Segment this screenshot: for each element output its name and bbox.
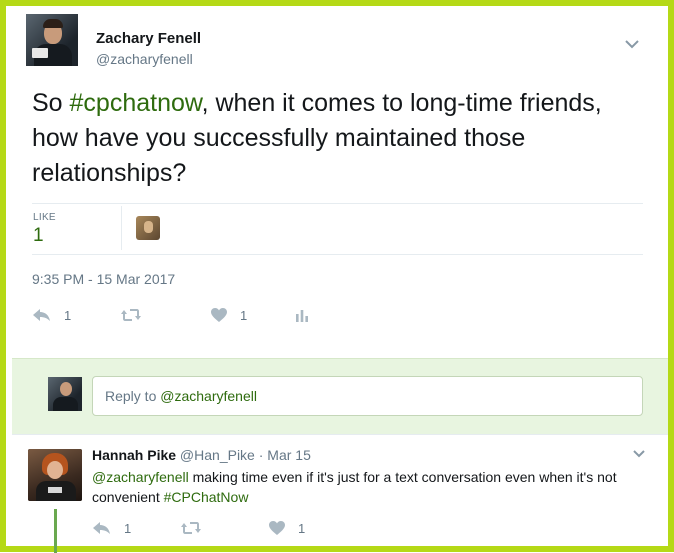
reply-actions: 1 1: [92, 518, 392, 538]
stats-separator: [121, 206, 122, 250]
retweet-button[interactable]: [120, 305, 154, 325]
reply-icon: [33, 309, 50, 321]
chevron-down-icon[interactable]: [624, 38, 640, 50]
reply-author-name[interactable]: Hannah Pike: [92, 447, 176, 463]
tweet-card-frame: Zachary Fenell @zacharyfenell So #cpchat…: [0, 0, 674, 553]
reply-icon: [93, 522, 110, 534]
tweet-header: Zachary Fenell @zacharyfenell: [26, 14, 656, 70]
retweet-icon: [181, 522, 201, 534]
tweet-text: So #cpchatnow, when it comes to long-tim…: [32, 86, 652, 191]
reply-reply-count: 1: [124, 520, 132, 536]
stats-divider-top: [32, 203, 643, 204]
reply-author-handle[interactable]: @Han_Pike: [180, 447, 255, 463]
liker-avatar[interactable]: [136, 216, 160, 240]
reply-reply-button[interactable]: 1: [92, 518, 131, 538]
reply-button[interactable]: 1: [32, 305, 71, 325]
heart-icon: [211, 308, 227, 322]
reply-hashtag-link[interactable]: #CPChatNow: [164, 489, 249, 505]
reply-like-count: 1: [298, 520, 306, 536]
author-name[interactable]: Zachary Fenell: [96, 30, 201, 47]
chevron-down-icon[interactable]: [632, 449, 646, 459]
current-user-avatar: [48, 377, 82, 411]
thread-line: [54, 509, 57, 553]
reply-input[interactable]: Reply to @zacharyfenell: [92, 376, 643, 416]
like-stat-label: LIKE: [33, 212, 56, 223]
reply-retweet-button[interactable]: [180, 518, 214, 538]
like-button[interactable]: 1: [210, 305, 247, 325]
reply-meta-separator: ·: [254, 447, 268, 463]
reply-date[interactable]: Mar 15: [267, 447, 311, 463]
reply-header: Hannah Pike @Han_Pike · Mar 15: [92, 447, 311, 463]
heart-icon: [269, 521, 285, 535]
author-handle[interactable]: @zacharyfenell: [96, 51, 193, 67]
retweet-icon: [121, 309, 141, 321]
reply-input-prefix: Reply to: [105, 388, 161, 404]
reply-mention-link[interactable]: @zacharyfenell: [92, 469, 189, 485]
tweet-timestamp[interactable]: 9:35 PM - 15 Mar 2017: [32, 271, 175, 287]
analytics-icon: [296, 310, 308, 322]
author-avatar[interactable]: [26, 14, 78, 66]
reply-tweet[interactable]: Hannah Pike @Han_Pike · Mar 15 @zacharyf…: [12, 434, 668, 553]
tweet-text-prefix: So: [32, 89, 70, 117]
reply-like-button[interactable]: 1: [268, 518, 305, 538]
reply-input-mention: @zacharyfenell: [160, 388, 257, 404]
like-count: 1: [240, 307, 248, 323]
reply-compose-area: Reply to @zacharyfenell: [12, 358, 668, 434]
tweet-actions: 1 1: [32, 305, 432, 327]
like-stat-count[interactable]: 1: [33, 225, 44, 247]
stats-divider-bottom: [32, 254, 643, 255]
reply-author-avatar[interactable]: [28, 449, 82, 501]
analytics-button[interactable]: [294, 305, 310, 325]
tweet-hashtag-link[interactable]: #cpchatnow: [70, 89, 202, 117]
reply-count: 1: [64, 307, 72, 323]
reply-text: @zacharyfenell making time even if it's …: [92, 467, 652, 507]
